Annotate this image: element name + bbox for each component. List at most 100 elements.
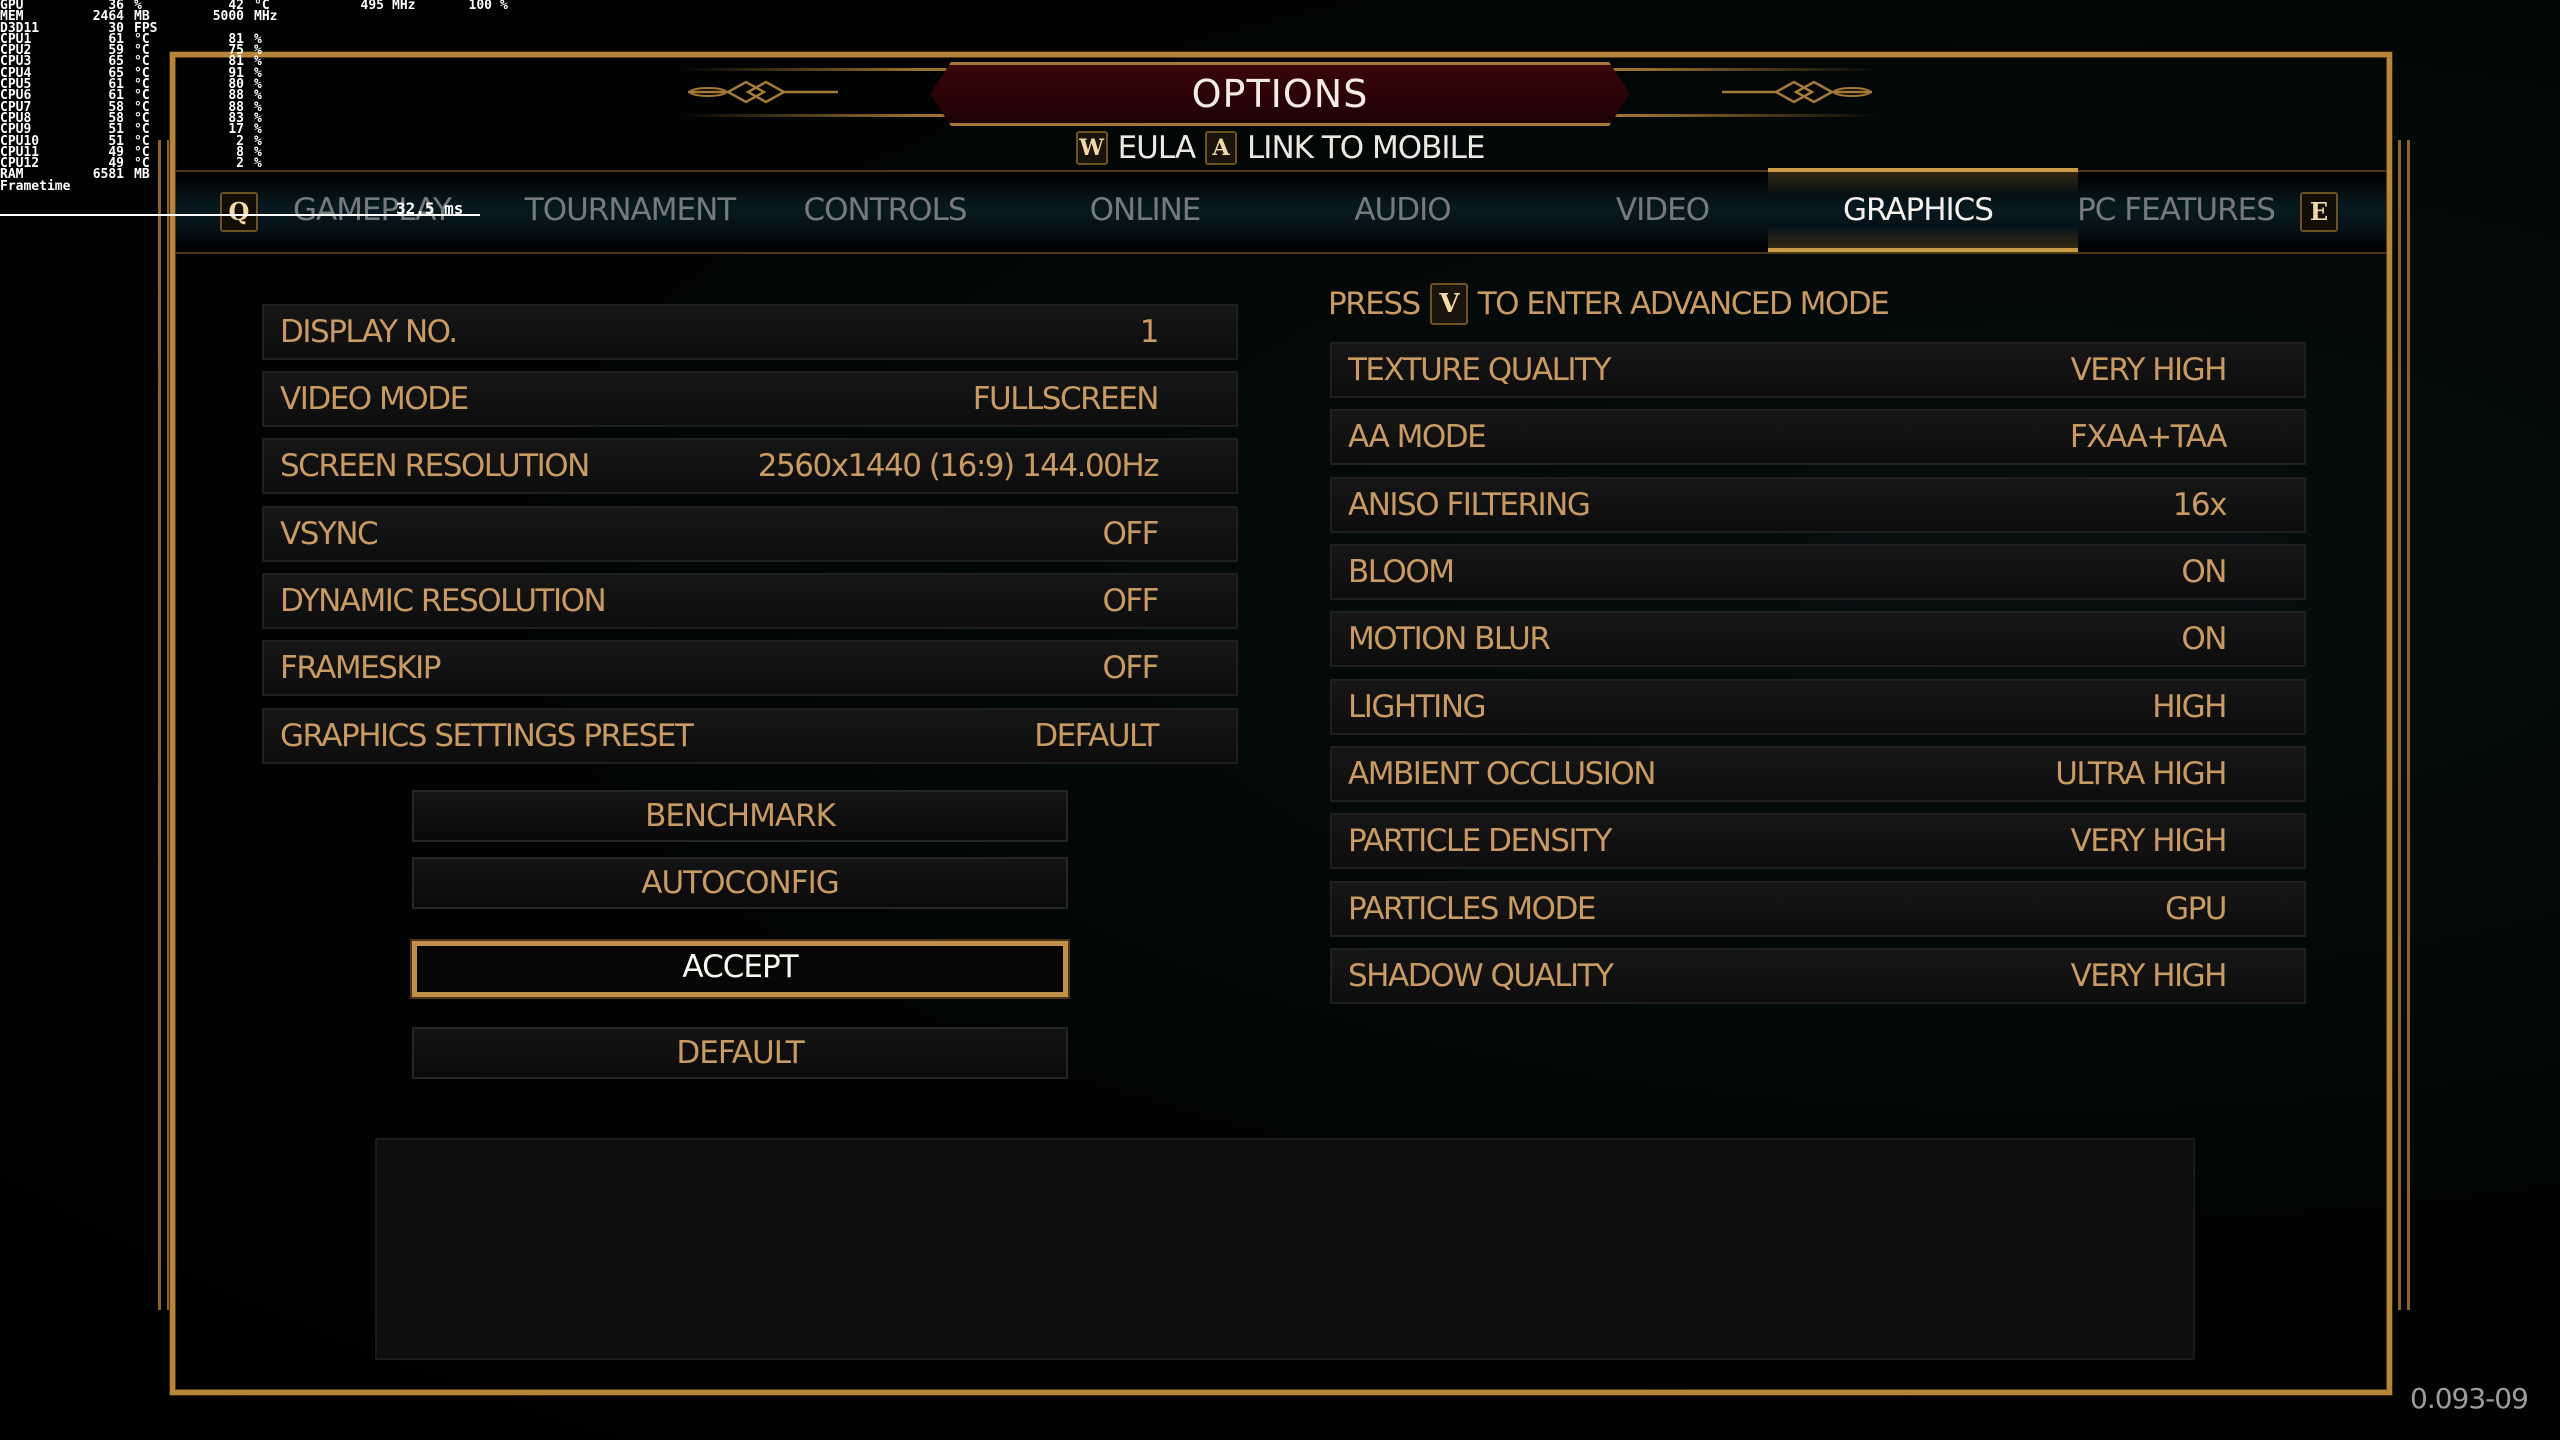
osd-cell bbox=[452, 68, 492, 79]
osd-cell bbox=[304, 169, 384, 180]
osd-cell: % bbox=[254, 31, 262, 47]
tab-online[interactable]: ONLINE bbox=[1060, 182, 1230, 238]
setting-shadow-quality[interactable]: SHADOW QUALITY VERY HIGH bbox=[1330, 948, 2306, 1004]
osd-cell bbox=[384, 158, 452, 169]
osd-cell: % bbox=[254, 88, 262, 104]
setting-value: OFF bbox=[1102, 583, 1159, 619]
key-hint-a: A bbox=[1205, 131, 1238, 165]
setting-value: 1 bbox=[1139, 314, 1160, 350]
next-tab-key-e[interactable]: E bbox=[2300, 192, 2338, 232]
setting-value: DEFAULT bbox=[1034, 718, 1159, 754]
accept-button[interactable]: ACCEPT bbox=[412, 941, 1068, 997]
osd-cell bbox=[304, 136, 384, 147]
osd-cell bbox=[492, 113, 520, 124]
osd-cell bbox=[244, 181, 304, 192]
osd-cell bbox=[384, 102, 452, 113]
setting-texture-quality[interactable]: TEXTURE QUALITY VERY HIGH bbox=[1330, 342, 2306, 398]
key-hint-v[interactable]: V bbox=[1429, 283, 1468, 325]
osd-cell bbox=[304, 11, 384, 22]
default-button[interactable]: DEFAULT bbox=[412, 1027, 1068, 1079]
osd-cell: % bbox=[254, 43, 262, 59]
autoconfig-button[interactable]: AUTOCONFIG bbox=[412, 857, 1068, 909]
tab-audio[interactable]: AUDIO bbox=[1320, 182, 1485, 238]
osd-cell bbox=[304, 158, 384, 169]
osd-row: RAM 6581 MB bbox=[0, 167, 520, 183]
osd-cell bbox=[304, 124, 384, 135]
setting-frameskip[interactable]: FRAMESKIP OFF bbox=[262, 640, 1238, 696]
setting-value: GPU bbox=[2165, 891, 2227, 927]
tab-tournament[interactable]: TOURNAMENT bbox=[520, 182, 740, 238]
setting-vsync[interactable]: VSYNC OFF bbox=[262, 506, 1238, 562]
setting-display-no[interactable]: DISPLAY NO. 1 bbox=[262, 304, 1238, 360]
osd-cell bbox=[384, 169, 452, 180]
osd-cell: % bbox=[254, 54, 262, 70]
tab-video[interactable]: VIDEO bbox=[1580, 182, 1745, 238]
setting-value: ON bbox=[2181, 554, 2227, 590]
osd-cell bbox=[194, 181, 244, 192]
tab-graphics[interactable]: GRAPHICS bbox=[1818, 182, 2018, 238]
setting-dynamic-resolution[interactable]: DYNAMIC RESOLUTION OFF bbox=[262, 573, 1238, 629]
page-title: OPTIONS bbox=[1191, 72, 1369, 116]
setting-label: DYNAMIC RESOLUTION bbox=[280, 583, 607, 619]
setting-particle-density[interactable]: PARTICLE DENSITY VERY HIGH bbox=[1330, 813, 2306, 869]
setting-graphics-preset[interactable]: GRAPHICS SETTINGS PRESET DEFAULT bbox=[262, 708, 1238, 764]
setting-ambient-occlusion[interactable]: AMBIENT OCCLUSION ULTRA HIGH bbox=[1330, 746, 2306, 802]
setting-label: FRAMESKIP bbox=[280, 650, 442, 686]
osd-cell: % bbox=[254, 144, 262, 160]
setting-value: ON bbox=[2181, 621, 2227, 657]
setting-label: VIDEO MODE bbox=[280, 381, 469, 417]
setting-particles-mode[interactable]: PARTICLES MODE GPU bbox=[1330, 881, 2306, 937]
osd-cell bbox=[452, 136, 492, 147]
osd-cell bbox=[452, 181, 492, 192]
osd-cell bbox=[452, 34, 492, 45]
osd-cell bbox=[304, 181, 384, 192]
osd-cell bbox=[492, 56, 520, 67]
osd-cell: 100 bbox=[468, 0, 492, 13]
setting-label: VSYNC bbox=[280, 516, 379, 552]
osd-cell bbox=[452, 45, 492, 56]
osd-cell bbox=[452, 90, 492, 101]
setting-screen-resolution[interactable]: SCREEN RESOLUTION 2560x1440 (16:9) 144.0… bbox=[262, 438, 1238, 494]
setting-motion-blur[interactable]: MOTION BLUR ON bbox=[1330, 611, 2306, 667]
osd-row: Frametime bbox=[0, 180, 520, 193]
setting-label: GRAPHICS SETTINGS PRESET bbox=[280, 718, 694, 754]
setting-aniso-filtering[interactable]: ANISO FILTERING 16x bbox=[1330, 477, 2306, 533]
osd-cell bbox=[492, 79, 520, 90]
setting-value: 16x bbox=[2172, 487, 2228, 523]
osd-cell bbox=[304, 23, 384, 34]
setting-aa-mode[interactable]: AA MODE FXAA+TAA bbox=[1330, 409, 2306, 465]
osd-cell bbox=[304, 147, 384, 158]
setting-value: 2560x1440 (16:9) 144.00Hz bbox=[757, 448, 1160, 484]
setting-description-box bbox=[375, 1138, 2195, 1360]
eula-link[interactable]: EULA bbox=[1118, 130, 1196, 166]
osd-cell: 495 bbox=[360, 0, 384, 13]
prev-tab-key-q[interactable]: Q bbox=[220, 192, 258, 232]
osd-cell bbox=[384, 45, 452, 56]
osd-cell: % bbox=[500, 0, 508, 13]
osd-cell bbox=[492, 147, 520, 158]
osd-cell: % bbox=[254, 65, 262, 81]
osd-cell bbox=[304, 102, 384, 113]
setting-bloom[interactable]: BLOOM ON bbox=[1330, 544, 2306, 600]
tab-pc-features[interactable]: PC FEATURES bbox=[2076, 182, 2276, 238]
setting-value: OFF bbox=[1102, 516, 1159, 552]
osd-cell: % bbox=[254, 99, 262, 115]
osd-cell: MB bbox=[134, 167, 150, 183]
advanced-hint-suffix: TO ENTER ADVANCED MODE bbox=[1477, 286, 1890, 322]
osd-row: MEM 2464 MB 5000 MHz bbox=[0, 10, 520, 23]
link-to-mobile-link[interactable]: LINK TO MOBILE bbox=[1247, 130, 1485, 166]
setting-lighting[interactable]: LIGHTING HIGH bbox=[1330, 679, 2306, 735]
osd-cell bbox=[452, 23, 492, 34]
setting-label: LIGHTING bbox=[1348, 689, 1487, 725]
setting-label: SHADOW QUALITY bbox=[1348, 958, 1614, 994]
osd-cell bbox=[124, 181, 194, 192]
setting-video-mode[interactable]: VIDEO MODE FULLSCREEN bbox=[262, 371, 1238, 427]
osd-cell bbox=[492, 124, 520, 135]
tab-controls[interactable]: CONTROLS bbox=[790, 182, 980, 238]
osd-cell bbox=[492, 11, 520, 22]
osd-cell bbox=[452, 79, 492, 90]
osd-cell bbox=[492, 68, 520, 79]
setting-value: FULLSCREEN bbox=[972, 381, 1160, 417]
benchmark-button[interactable]: BENCHMARK bbox=[412, 790, 1068, 842]
osd-cell: % bbox=[254, 133, 262, 149]
